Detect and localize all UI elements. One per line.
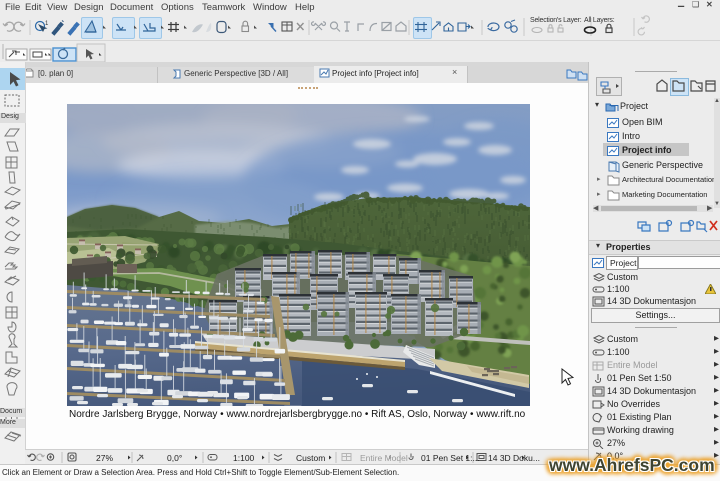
svg-text:1: 1	[45, 21, 49, 27]
